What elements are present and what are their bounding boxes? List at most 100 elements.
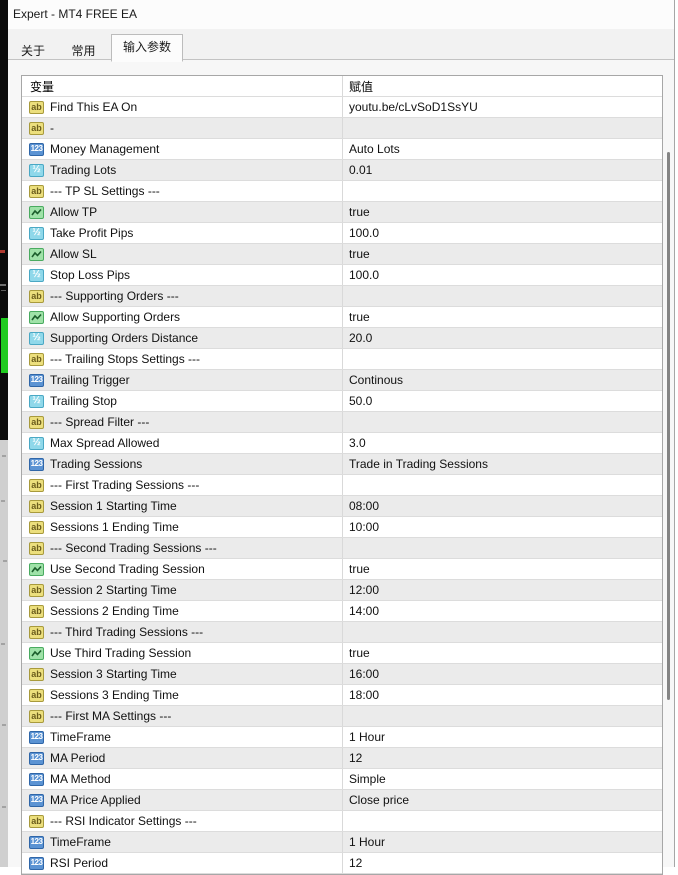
table-row[interactable]: ab Session 3 Starting Time 16:00 xyxy=(22,664,662,685)
param-value-cell[interactable]: 08:00 xyxy=(342,496,662,516)
param-value-cell[interactable]: true xyxy=(342,244,662,264)
param-value-cell[interactable]: true xyxy=(342,559,662,579)
string-type-icon: ab xyxy=(29,814,44,828)
param-value-cell[interactable]: Continous xyxy=(342,370,662,390)
table-row[interactable]: ab Find This EA On youtu.be/cLvSoD1SsYU xyxy=(22,97,662,118)
table-row[interactable]: ab Session 2 Starting Time 12:00 xyxy=(22,580,662,601)
param-name-cell: 123 Trailing Trigger xyxy=(22,370,342,390)
param-value-cell[interactable]: Auto Lots xyxy=(342,139,662,159)
param-name: --- First Trading Sessions --- xyxy=(50,478,200,492)
param-value-cell[interactable]: 1 Hour xyxy=(342,832,662,852)
param-value-cell[interactable] xyxy=(342,622,662,642)
table-row[interactable]: ½ Stop Loss Pips 100.0 xyxy=(22,265,662,286)
param-value-cell[interactable]: 14:00 xyxy=(342,601,662,621)
param-value-cell[interactable] xyxy=(342,538,662,558)
param-value-cell[interactable]: youtu.be/cLvSoD1SsYU xyxy=(342,97,662,117)
param-value-cell[interactable]: 100.0 xyxy=(342,265,662,285)
param-value-cell[interactable]: 18:00 xyxy=(342,685,662,705)
param-value-cell[interactable]: 100.0 xyxy=(342,223,662,243)
table-row[interactable]: ½ Take Profit Pips 100.0 xyxy=(22,223,662,244)
param-value-cell[interactable]: 16:00 xyxy=(342,664,662,684)
table-row[interactable]: 123 RSI Period 12 xyxy=(22,853,662,874)
param-name-cell: ab --- Trailing Stops Settings --- xyxy=(22,349,342,369)
param-name: --- RSI Indicator Settings --- xyxy=(50,814,197,828)
table-row[interactable]: ab - xyxy=(22,118,662,139)
param-value-cell[interactable] xyxy=(342,118,662,138)
param-name: TimeFrame xyxy=(50,730,111,744)
param-value-cell[interactable] xyxy=(342,181,662,201)
parameters-table: 变量 赋值 ab Find This EA On youtu.be/cLvSoD… xyxy=(21,75,663,875)
table-row[interactable]: ab --- Third Trading Sessions --- xyxy=(22,622,662,643)
vertical-scrollbar-thumb[interactable] xyxy=(667,152,670,700)
param-name: MA Price Applied xyxy=(50,793,141,807)
param-name-cell: ab - xyxy=(22,118,342,138)
table-row[interactable]: Use Third Trading Session true xyxy=(22,643,662,664)
table-row[interactable]: ab --- RSI Indicator Settings --- xyxy=(22,811,662,832)
table-row[interactable]: ab --- Trailing Stops Settings --- xyxy=(22,349,662,370)
table-row[interactable]: Allow SL true xyxy=(22,244,662,265)
table-row[interactable]: ab Session 1 Starting Time 08:00 xyxy=(22,496,662,517)
param-value-cell[interactable] xyxy=(342,412,662,432)
background-speck xyxy=(2,455,6,457)
param-value-cell[interactable] xyxy=(342,349,662,369)
param-name-cell: 123 Money Management xyxy=(22,139,342,159)
param-value-cell[interactable] xyxy=(342,706,662,726)
param-value-cell[interactable]: 12 xyxy=(342,748,662,768)
param-value-cell[interactable]: 0.01 xyxy=(342,160,662,180)
int-type-icon: 123 xyxy=(29,772,44,786)
table-row[interactable]: ½ Max Spread Allowed 3.0 xyxy=(22,433,662,454)
column-header-value[interactable]: 赋值 xyxy=(342,76,662,96)
table-row[interactable]: 123 Money Management Auto Lots xyxy=(22,139,662,160)
param-value-cell[interactable]: true xyxy=(342,643,662,663)
table-row[interactable]: Allow TP true xyxy=(22,202,662,223)
param-name: Use Third Trading Session xyxy=(50,646,192,660)
bool-type-icon xyxy=(29,646,44,660)
param-name: --- Third Trading Sessions --- xyxy=(50,625,204,639)
table-row[interactable]: ½ Trading Lots 0.01 xyxy=(22,160,662,181)
table-row[interactable]: ab Sessions 3 Ending Time 18:00 xyxy=(22,685,662,706)
table-row[interactable]: 123 Trailing Trigger Continous xyxy=(22,370,662,391)
param-value-cell[interactable]: 20.0 xyxy=(342,328,662,348)
table-row[interactable]: ab Sessions 1 Ending Time 10:00 xyxy=(22,517,662,538)
table-row[interactable]: ab --- Spread Filter --- xyxy=(22,412,662,433)
param-value-cell[interactable] xyxy=(342,286,662,306)
param-value-cell[interactable]: 3.0 xyxy=(342,433,662,453)
table-row[interactable]: ½ Supporting Orders Distance 20.0 xyxy=(22,328,662,349)
param-value-cell[interactable]: true xyxy=(342,202,662,222)
param-name-cell: ½ Stop Loss Pips xyxy=(22,265,342,285)
table-row[interactable]: ½ Trailing Stop 50.0 xyxy=(22,391,662,412)
param-value-cell[interactable]: true xyxy=(342,307,662,327)
table-row[interactable]: 123 TimeFrame 1 Hour xyxy=(22,832,662,853)
table-row[interactable]: Allow Supporting Orders true xyxy=(22,307,662,328)
table-row[interactable]: 123 MA Period 12 xyxy=(22,748,662,769)
param-name: TimeFrame xyxy=(50,835,111,849)
param-value-cell[interactable]: Trade in Trading Sessions xyxy=(342,454,662,474)
table-row[interactable]: 123 MA Price Applied Close price xyxy=(22,790,662,811)
table-row[interactable]: 123 Trading Sessions Trade in Trading Se… xyxy=(22,454,662,475)
table-row[interactable]: ab --- First Trading Sessions --- xyxy=(22,475,662,496)
param-value-cell[interactable]: 12:00 xyxy=(342,580,662,600)
param-value-cell[interactable]: 1 Hour xyxy=(342,727,662,747)
param-name: --- Spread Filter --- xyxy=(50,415,150,429)
param-value-cell[interactable] xyxy=(342,475,662,495)
column-header-variable[interactable]: 变量 xyxy=(22,76,342,96)
param-value-cell[interactable]: 10:00 xyxy=(342,517,662,537)
tab-3[interactable]: 输入参数 xyxy=(110,34,183,62)
param-name: Trading Lots xyxy=(50,163,117,177)
param-value-cell[interactable]: 50.0 xyxy=(342,391,662,411)
table-row[interactable]: ab --- TP SL Settings --- xyxy=(22,181,662,202)
param-value-cell[interactable] xyxy=(342,811,662,831)
table-row[interactable]: ab --- Supporting Orders --- xyxy=(22,286,662,307)
param-value-cell[interactable]: Simple xyxy=(342,769,662,789)
table-row[interactable]: Use Second Trading Session true xyxy=(22,559,662,580)
param-name-cell: ½ Supporting Orders Distance xyxy=(22,328,342,348)
param-value-cell[interactable]: Close price xyxy=(342,790,662,810)
table-row[interactable]: 123 MA Method Simple xyxy=(22,769,662,790)
table-row[interactable]: ab --- First MA Settings --- xyxy=(22,706,662,727)
double-type-icon: ½ xyxy=(29,331,44,345)
tab-label: 关于 xyxy=(21,44,46,58)
table-row[interactable]: ab Sessions 2 Ending Time 14:00 xyxy=(22,601,662,622)
param-value-cell[interactable]: 12 xyxy=(342,853,662,873)
table-row[interactable]: ab --- Second Trading Sessions --- xyxy=(22,538,662,559)
table-row[interactable]: 123 TimeFrame 1 Hour xyxy=(22,727,662,748)
